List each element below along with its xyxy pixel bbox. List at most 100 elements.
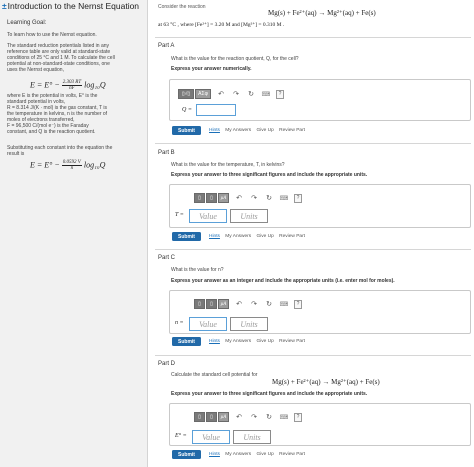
- redo-icon[interactable]: ↷: [249, 299, 259, 309]
- page-title: ±Introduction to the Nernst Equation: [2, 1, 140, 11]
- keyboard-icon[interactable]: ⌨: [279, 412, 289, 422]
- reset-icon[interactable]: ↻: [246, 89, 256, 99]
- part-b-title: Part B: [158, 150, 175, 156]
- part-c-links: Hints My Answers Give Up Review Part: [209, 339, 309, 344]
- give-up-link[interactable]: Give Up: [256, 234, 273, 239]
- redo-icon[interactable]: ↷: [231, 89, 241, 99]
- part-d-title: Part D: [158, 361, 176, 367]
- undo-icon[interactable]: ↶: [234, 193, 244, 203]
- instructions-sidebar: ±Introduction to the Nernst Equation Lea…: [0, 0, 148, 467]
- part-c-value-input[interactable]: Value: [189, 317, 227, 331]
- part-a-submit-button[interactable]: Submit: [172, 126, 201, 135]
- keyboard-icon[interactable]: ⌨: [279, 193, 289, 203]
- hints-link[interactable]: Hints: [209, 452, 220, 457]
- part-c-answer-label: n =: [175, 320, 184, 326]
- units-template-button[interactable]: ▯: [206, 299, 217, 309]
- part-b-submit-button[interactable]: Submit: [172, 232, 201, 241]
- help-icon[interactable]: ?: [294, 299, 302, 309]
- part-d-answer-panel: ▯ ▯ μA ↶ ↷ ↻ ⌨ ? E° = Value Units: [169, 403, 471, 446]
- hints-link[interactable]: Hints: [209, 339, 220, 344]
- give-up-link[interactable]: Give Up: [256, 452, 273, 457]
- review-part-link[interactable]: Review Part: [279, 128, 305, 133]
- templates-button[interactable]: ▯√▯: [178, 89, 194, 99]
- reset-icon[interactable]: ↻: [264, 299, 274, 309]
- nernst-equation: E = E° − 2.303 RT nF log₁₀Q: [30, 80, 106, 91]
- part-a-answer-input[interactable]: [196, 104, 236, 116]
- my-answers-link[interactable]: My Answers: [225, 452, 251, 457]
- give-up-link[interactable]: Give Up: [256, 339, 273, 344]
- pin-icon: ±: [2, 1, 7, 11]
- hints-link[interactable]: Hints: [209, 234, 220, 239]
- part-b-links: Hints My Answers Give Up Review Part: [209, 234, 309, 239]
- part-b-toolbar: ▯ ▯ μA ↶ ↷ ↻ ⌨ ?: [194, 191, 302, 205]
- keyboard-icon[interactable]: ⌨: [261, 89, 271, 99]
- part-b-answer-label: T =: [175, 212, 184, 218]
- intro-text: Consider the reaction: [158, 4, 206, 10]
- templates-button[interactable]: ▯: [194, 412, 205, 422]
- part-a-question: What is the value for the reaction quoti…: [171, 56, 299, 62]
- substitution-paragraph: Substituting each constant into the equa…: [7, 145, 113, 157]
- redo-icon[interactable]: ↷: [249, 412, 259, 422]
- help-icon[interactable]: ?: [294, 193, 302, 203]
- redo-icon[interactable]: ↷: [249, 193, 259, 203]
- learning-goal-text: To learn how to use the Nernst equation.: [7, 32, 97, 38]
- part-d-reaction: Mg(s) + Fe²⁺(aq) → Mg²⁺(aq) + Fe(s): [272, 378, 380, 386]
- part-d-submit-button[interactable]: Submit: [172, 450, 201, 459]
- problem-area: Consider the reaction Mg(s) + Fe²⁺(aq) →…: [148, 0, 474, 467]
- units-symbols-button[interactable]: μA: [218, 299, 229, 309]
- part-d-links: Hints My Answers Give Up Review Part: [209, 452, 309, 457]
- templates-button[interactable]: ▯: [194, 299, 205, 309]
- conditions-text: at 63 °C , where [Fe²⁺] = 3.20 M and [Mg…: [158, 22, 285, 28]
- help-icon[interactable]: ?: [294, 412, 302, 422]
- undo-icon[interactable]: ↶: [234, 299, 244, 309]
- part-d-question: Calculate the standard cell potential fo…: [171, 372, 258, 378]
- hints-link[interactable]: Hints: [209, 128, 220, 133]
- review-part-link[interactable]: Review Part: [279, 339, 305, 344]
- reaction-equation: Mg(s) + Fe²⁺(aq) → Mg²⁺(aq) + Fe(s): [268, 9, 376, 17]
- part-c-units-input[interactable]: Units: [230, 317, 268, 331]
- part-d-toolbar: ▯ ▯ μA ↶ ↷ ↻ ⌨ ?: [194, 410, 302, 424]
- divider: [155, 355, 471, 356]
- units-template-button[interactable]: ▯: [206, 193, 217, 203]
- reset-icon[interactable]: ↻: [264, 193, 274, 203]
- undo-icon[interactable]: ↶: [216, 89, 226, 99]
- my-answers-link[interactable]: My Answers: [225, 234, 251, 239]
- divider: [155, 143, 471, 144]
- variables-paragraph: where E is the potential in volts, E° is…: [7, 93, 108, 135]
- simplified-nernst-equation: E = E° − 0.0592 Vn log₁₀Q: [30, 160, 106, 171]
- undo-icon[interactable]: ↶: [234, 412, 244, 422]
- keyboard-icon[interactable]: ⌨: [279, 299, 289, 309]
- my-answers-link[interactable]: My Answers: [225, 128, 251, 133]
- review-part-link[interactable]: Review Part: [279, 234, 305, 239]
- units-symbols-button[interactable]: μA: [218, 412, 229, 422]
- part-a-title: Part A: [158, 43, 175, 49]
- part-b-units-input[interactable]: Units: [230, 209, 268, 223]
- intro-paragraph: The standard reduction potentials listed…: [7, 43, 115, 73]
- part-d-value-input[interactable]: Value: [192, 430, 230, 444]
- my-answers-link[interactable]: My Answers: [225, 339, 251, 344]
- part-a-links: Hints My Answers Give Up Review Part: [209, 128, 309, 133]
- part-d-instruction: Express your answer to three significant…: [171, 391, 368, 397]
- part-c-toolbar: ▯ ▯ μA ↶ ↷ ↻ ⌨ ?: [194, 297, 302, 311]
- reset-icon[interactable]: ↻: [264, 412, 274, 422]
- units-template-button[interactable]: ▯: [206, 412, 217, 422]
- part-b-instruction: Express your answer to three significant…: [171, 172, 368, 178]
- units-symbols-button[interactable]: μA: [218, 193, 229, 203]
- part-a-toolbar: ▯√▯ ΑΣφ ↶ ↷ ↻ ⌨ ?: [178, 87, 284, 101]
- symbols-button[interactable]: ΑΣφ: [195, 89, 211, 99]
- review-part-link[interactable]: Review Part: [279, 452, 305, 457]
- templates-button[interactable]: ▯: [194, 193, 205, 203]
- part-d-units-input[interactable]: Units: [233, 430, 271, 444]
- part-a-instruction: Express your answer numerically.: [171, 66, 252, 72]
- give-up-link[interactable]: Give Up: [256, 128, 273, 133]
- divider: [155, 37, 471, 38]
- part-b-value-input[interactable]: Value: [189, 209, 227, 223]
- help-icon[interactable]: ?: [276, 89, 284, 99]
- part-b-answer-panel: ▯ ▯ μA ↶ ↷ ↻ ⌨ ? T = Value Units: [169, 184, 471, 228]
- part-c-instruction: Express your answer as an integer and in…: [171, 278, 395, 284]
- learning-goal-label: Learning Goal:: [7, 20, 47, 26]
- part-d-answer-label: E° =: [175, 433, 187, 439]
- part-c-answer-panel: ▯ ▯ μA ↶ ↷ ↻ ⌨ ? n = Value Units: [169, 290, 471, 334]
- part-c-submit-button[interactable]: Submit: [172, 337, 201, 346]
- divider: [155, 249, 471, 250]
